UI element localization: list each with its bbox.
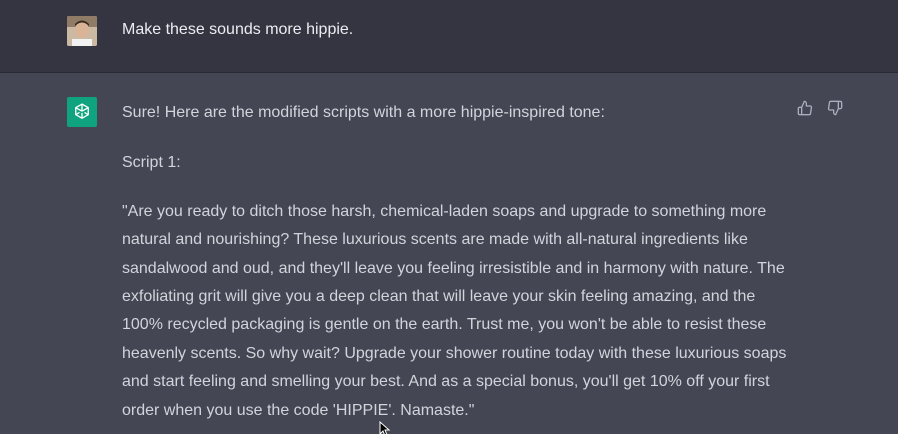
- response-intro: Sure! Here are the modified scripts with…: [122, 104, 605, 121]
- thumbs-up-icon[interactable]: [796, 99, 814, 117]
- script-heading: Script 1:: [122, 154, 181, 172]
- openai-logo-icon: [67, 97, 97, 127]
- user-avatar: [67, 16, 97, 46]
- user-message-row: Make these sounds more hippie.: [0, 0, 898, 73]
- assistant-message-content: Sure! Here are the modified scripts with…: [122, 99, 792, 425]
- script-body: "Are you ready to ditch those harsh, che…: [122, 202, 787, 419]
- user-message-text: Make these sounds more hippie.: [122, 21, 354, 38]
- mouse-cursor-icon: [379, 420, 391, 434]
- thumbs-down-icon[interactable]: [826, 99, 844, 117]
- feedback-buttons: [796, 99, 844, 117]
- assistant-message-row: Sure! Here are the modified scripts with…: [0, 73, 898, 434]
